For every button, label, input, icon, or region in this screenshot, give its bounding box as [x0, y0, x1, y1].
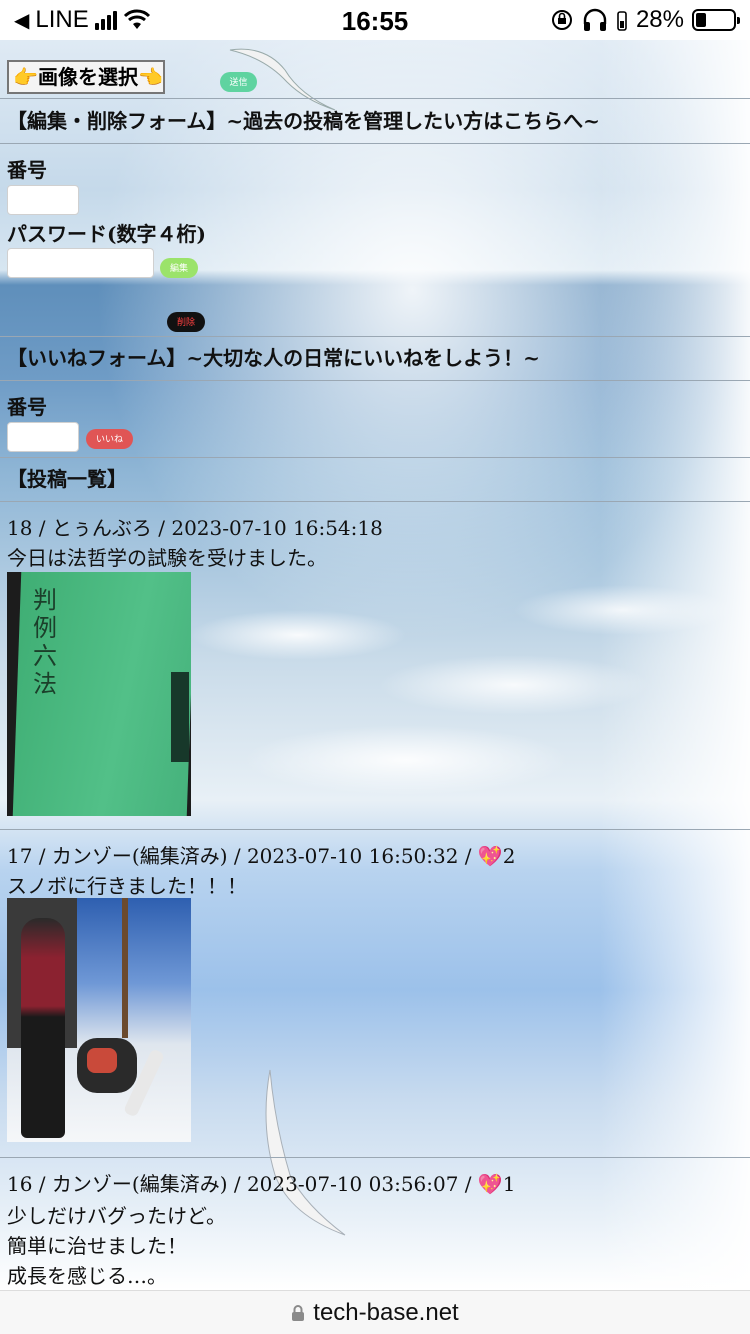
post-item: 16 / カンゾー(編集済み) / 2023-07-10 03:56:07 / … [0, 1158, 750, 1288]
upload-row: 👉画像を選択👈 送信 [0, 40, 750, 98]
send-button[interactable]: 送信 [220, 72, 257, 92]
post-body: 今日は法哲学の試験を受けました。 [7, 546, 327, 570]
snowboard-photo[interactable] [7, 898, 191, 1142]
post-header: 18 / とぅんぶろ / 2023-07-10 16:54:18 [7, 516, 383, 540]
post-header: 17 / カンゾー(編集済み) / 2023-07-10 16:50:32 / … [7, 844, 516, 868]
book-title: 判例六法 [33, 586, 57, 698]
lock-icon [292, 1305, 305, 1321]
like-form-heading: 【いいねフォーム】~大切な人の日常にいいねをしよう！~ [7, 346, 540, 370]
edit-form: 番号 パスワード(数字４桁) 編集 削除 [0, 144, 750, 336]
person-standing [21, 918, 65, 1138]
status-bar: ◀ LINE 16:55 28% [0, 0, 750, 40]
delete-button[interactable]: 削除 [167, 312, 205, 332]
cellular-data-icon [617, 11, 627, 31]
edit-number-input[interactable] [7, 185, 79, 215]
edit-button[interactable]: 編集 [160, 258, 198, 278]
like-number-label: 番号 [7, 395, 47, 419]
rotation-lock-icon [551, 10, 572, 30]
book-spine [171, 672, 189, 762]
password-label: パスワード(数字４桁) [7, 222, 206, 246]
green-law-book-photo[interactable]: 判例六法 [7, 572, 191, 816]
headphones-icon [583, 8, 607, 31]
like-number-input[interactable] [7, 422, 79, 452]
post-item: 18 / とぅんぶろ / 2023-07-10 16:54:18 今日は法哲学の… [0, 502, 750, 829]
like-form: 番号 いいね [0, 381, 750, 457]
url-domain: tech-base.net [313, 1299, 459, 1326]
battery-percent: 28% [635, 6, 684, 33]
post-body-line: 簡単に治せました！ [7, 1234, 187, 1258]
person-sitting-jacket [87, 1048, 117, 1073]
sign-post [122, 898, 128, 1038]
post-body-line: 成長を感じる…。 [7, 1264, 167, 1288]
url-bar[interactable]: tech-base.net [0, 1290, 750, 1334]
choose-image-button[interactable]: 👉画像を選択👈 [7, 60, 165, 94]
post-item: 17 / カンゾー(編集済み) / 2023-07-10 16:50:32 / … [0, 830, 750, 1157]
page-content: 👉画像を選択👈 送信 【編集・削除フォーム】~過去の投稿を管理したい方はこちらへ… [0, 40, 750, 1288]
posts-heading: 【投稿一覧】 [7, 467, 127, 491]
password-input[interactable] [7, 248, 154, 278]
post-body-line: 少しだけバグったけど。 [7, 1204, 226, 1228]
edit-form-heading: 【編集・削除フォーム】~過去の投稿を管理したい方はこちらへ~ [7, 109, 600, 133]
battery-icon [692, 9, 740, 31]
like-button[interactable]: いいね [86, 429, 133, 449]
status-right: 28% [550, 6, 740, 34]
post-header: 16 / カンゾー(編集済み) / 2023-07-10 03:56:07 / … [7, 1172, 516, 1196]
post-body: スノボに行きました！！！ [7, 874, 247, 898]
edit-number-label: 番号 [7, 158, 47, 182]
